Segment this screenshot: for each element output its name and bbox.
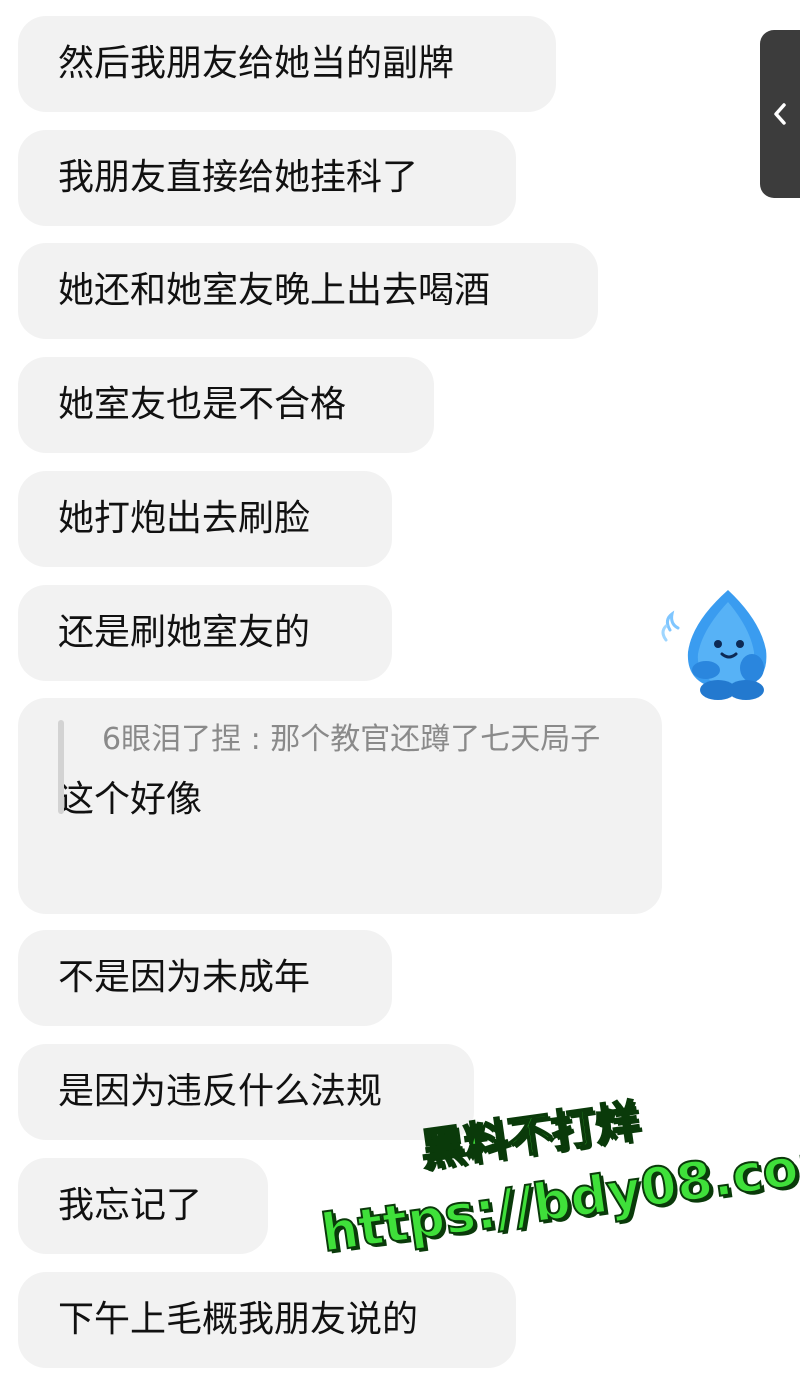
message-text: 她室友也是不合格 (58, 384, 347, 425)
message-bubble[interactable]: 然后我朋友给她当的副牌 (18, 16, 556, 112)
message-text: 我朋友直接给她挂科了 (58, 157, 419, 198)
quoted-message-bubble[interactable]: 6眼泪了捏 : 那个教官还蹲了七天局子 这个好像 (18, 698, 662, 914)
message-bubble[interactable]: 她还和她室友晚上出去喝酒 (18, 243, 598, 339)
side-drawer-tab[interactable] (760, 30, 800, 198)
quoted-text: 6眼泪了捏 : 那个教官还蹲了七天局子 (102, 722, 601, 757)
message-bubble[interactable]: 她打炮出去刷脸 (18, 471, 392, 567)
quoted-reference[interactable]: 6眼泪了捏 : 那个教官还蹲了七天局子 (58, 718, 632, 814)
message-bubble[interactable]: 不是因为未成年 (18, 930, 392, 1026)
message-bubble[interactable]: 我朋友直接给她挂科了 (18, 130, 516, 226)
message-text: 然后我朋友给她当的副牌 (58, 43, 455, 84)
message-bubble[interactable]: 她室友也是不合格 (18, 357, 434, 453)
message-text: 她还和她室友晚上出去喝酒 (58, 270, 491, 311)
message-text: 是因为违反什么法规 (58, 1071, 383, 1112)
message-text: 这个好像 (58, 779, 203, 820)
message-text: 还是刷她室友的 (58, 612, 311, 653)
quote-bar (58, 720, 64, 814)
chevron-left-icon (774, 103, 786, 125)
message-text: 她打炮出去刷脸 (58, 498, 311, 539)
message-bubble[interactable]: 还是刷她室友的 (18, 585, 392, 681)
message-bubble[interactable]: 我忘记了 (18, 1158, 268, 1254)
message-text: 不是因为未成年 (58, 957, 311, 998)
message-text: 我忘记了 (58, 1185, 203, 1226)
water-drop-mascot-icon[interactable] (658, 584, 792, 702)
